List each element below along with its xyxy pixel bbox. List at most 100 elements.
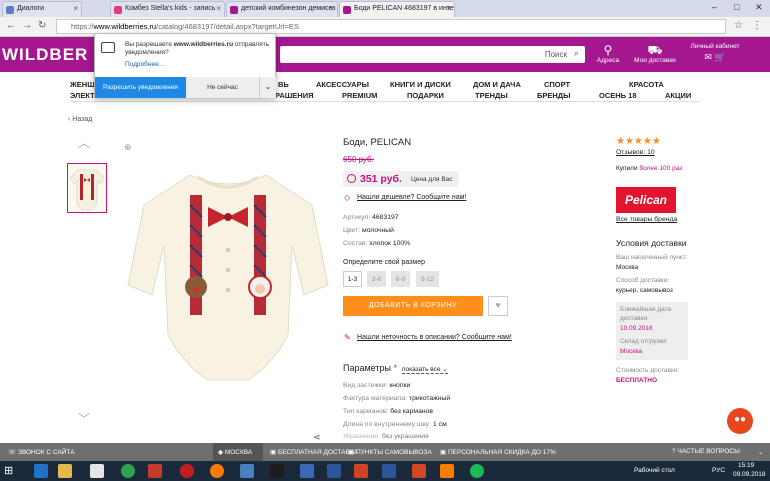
close-tab-icon[interactable]: × [73, 4, 78, 13]
minimize-icon[interactable]: – [712, 2, 717, 12]
forward-nav-icon[interactable]: → [22, 20, 32, 31]
city-link[interactable]: ◆ МОСКВА [218, 448, 252, 456]
menu-item-beauty[interactable]: КРАСОТА [629, 80, 664, 89]
size-option-6-9[interactable]: 6-9 [391, 271, 410, 287]
city-value[interactable]: Москва [616, 264, 638, 271]
reload-icon[interactable]: ↻ [38, 20, 46, 31]
product-main-image[interactable] [122, 165, 334, 385]
browser-tab-3[interactable]: детский комбинезон демисез × [226, 1, 338, 17]
illustrator-icon[interactable] [440, 464, 454, 478]
add-to-cart-button[interactable]: ДОБАВИТЬ В КОРЗИНУ [343, 296, 483, 316]
url-input[interactable]: https://www.wildberries.ru/catalog/46831… [56, 19, 726, 34]
close-window-icon[interactable]: ✕ [755, 2, 763, 13]
close-tab-icon[interactable]: × [329, 4, 334, 13]
file-explorer-icon[interactable] [58, 464, 72, 478]
chevron-down-icon[interactable]: ⌄ [259, 77, 276, 98]
gallery-down-arrow-icon[interactable]: ﹀ [78, 410, 90, 427]
addresses-link[interactable]: ⚲ Адреса [596, 43, 620, 64]
spec-value: 4683197 [372, 214, 399, 221]
param-value: без карманов [390, 408, 434, 415]
yandex-icon[interactable] [148, 464, 162, 478]
product-thumbnail[interactable] [67, 163, 107, 213]
browser-tab-2[interactable]: Комбез Stella's kids - запись × [110, 1, 225, 17]
menu-item-shoes[interactable]: ВЬ [278, 80, 289, 89]
app-icon-4[interactable] [412, 464, 426, 478]
zoom-icon[interactable]: ⊕ [124, 142, 132, 153]
app-icon-3[interactable] [382, 464, 396, 478]
desktop-label[interactable]: Рабочий стол [634, 467, 675, 474]
ide-icon[interactable] [270, 464, 284, 478]
deliveries-link[interactable]: ⛟ Мои доставки [630, 43, 680, 64]
app-icon[interactable] [240, 464, 254, 478]
size-option-1-3[interactable]: 1-3 [343, 271, 362, 287]
menu-item-women[interactable]: ЖЕНЩ [70, 80, 95, 89]
menu-item-books[interactable]: КНИГИ И ДИСКИ [390, 80, 451, 89]
faq-link[interactable]: ? ЧАСТЫЕ ВОПРОСЫ [672, 448, 740, 455]
menu-item-home[interactable]: ДОМ И ДАЧА [473, 80, 521, 89]
maximize-icon[interactable]: □ [734, 2, 739, 12]
menu-item-autumn[interactable]: ОСЕНЬ 18 [599, 91, 637, 100]
pickup-points-link[interactable]: ▣ ПУНКТЫ САМОВЫВОЗА [348, 448, 432, 456]
share-icon[interactable]: ⋖ [313, 432, 321, 443]
menu-item-accessories[interactable]: АКСЕССУАРЫ [316, 80, 369, 89]
found-cheaper-link[interactable]: Нашли дешевле? Сообщите нам! [357, 194, 466, 201]
spotify-icon[interactable] [470, 464, 484, 478]
report-mistake-link[interactable]: Нашли неточность в описании? Сообщите на… [357, 334, 512, 341]
back-link[interactable]: ‹ Назад [68, 116, 92, 123]
firefox-icon[interactable] [210, 464, 224, 478]
bookmark-star-icon[interactable]: ☆ [734, 20, 743, 31]
store-icon[interactable] [90, 464, 104, 478]
wishlist-heart-icon[interactable]: ♥ [488, 296, 508, 316]
search-icon[interactable]: ⌕ [574, 48, 579, 59]
menu-item-decor[interactable]: РАШЕНИЯ [275, 91, 314, 100]
all-brand-products-link[interactable]: Все товары бренда [616, 216, 677, 223]
powerpoint-icon[interactable] [354, 464, 368, 478]
callback-link[interactable]: ☏ ЗВОНОК С САЙТА [8, 448, 75, 456]
browser-menu-icon[interactable]: ⋮ [752, 20, 762, 31]
show-all-params-link[interactable]: показать все ⌄ [402, 365, 448, 374]
allow-notifications-button[interactable]: Разрешить уведомления [95, 77, 186, 98]
personal-discount-link[interactable]: ▣ ПЕРСОНАЛЬНАЯ СКИДКА ДО 17% [440, 448, 556, 456]
menu-item-electronics[interactable]: ЭЛЕКТ [70, 91, 95, 100]
collapse-icon[interactable]: ⌄ [758, 448, 763, 456]
browser-tab-4-active[interactable]: Боди PELICAN 4683197 в инте × [339, 1, 455, 17]
close-tab-icon[interactable]: × [216, 4, 221, 13]
clock-date[interactable]: 09.09.2018 [733, 471, 766, 478]
chrome-icon[interactable] [121, 464, 135, 478]
menu-item-sales[interactable]: АКЦИИ [665, 91, 691, 100]
app-icon-2[interactable] [300, 464, 314, 478]
close-tab-icon[interactable]: × [446, 4, 451, 13]
reviews-link[interactable]: Отзывов: 10 [616, 149, 655, 156]
site-logo[interactable]: WILDBER [2, 45, 88, 65]
tab-label: детский комбинезон демисез [241, 5, 336, 12]
search-input[interactable]: Поиск ⌕ [280, 46, 585, 63]
clock-icon [347, 174, 356, 183]
more-info-link[interactable]: Подробнее... [125, 61, 164, 68]
chat-button[interactable]: ●● [727, 408, 753, 434]
word-icon[interactable] [327, 464, 341, 478]
free-delivery-link[interactable]: ▣ БЕСПЛАТНАЯ ДОСТАВКА [270, 448, 358, 456]
product-title: Боди, PELICAN [343, 137, 412, 148]
menu-item-trends[interactable]: ТРЕНДЫ [475, 91, 508, 100]
account-link[interactable]: Личный кабинет ✉ 🛒 [685, 43, 745, 64]
menu-item-premium[interactable]: PREMIUM [342, 91, 377, 100]
browser-tab-1[interactable]: Диалоги × [2, 1, 82, 17]
menu-item-gifts[interactable]: ПОДАРКИ [407, 91, 444, 100]
edge-icon[interactable] [34, 464, 48, 478]
size-option-3-6[interactable]: 3-6 [367, 271, 386, 287]
menu-item-brands[interactable]: БРЕНДЫ [537, 91, 571, 100]
opera-icon[interactable] [180, 464, 194, 478]
clock-time[interactable]: 15:19 [738, 462, 754, 469]
back-nav-icon[interactable]: ← [6, 20, 16, 31]
gallery-up-arrow-icon[interactable]: ︿ [78, 134, 90, 151]
not-now-button[interactable]: Не сейчас [186, 77, 259, 98]
language-indicator[interactable]: РУС [712, 467, 725, 474]
menu-item-sport[interactable]: СПОРТ [544, 80, 570, 89]
price-box: 351 руб. Цена для Вас [343, 171, 459, 187]
chat-bubble-icon: ●● [733, 414, 747, 425]
mail-icon: ✉ 🛒 [704, 52, 726, 62]
old-price: 650 руб. [343, 155, 374, 164]
windows-start-icon[interactable]: ⊞ [4, 464, 18, 478]
brand-logo[interactable]: Pelican [616, 187, 676, 213]
size-option-9-12[interactable]: 9-12 [416, 271, 439, 287]
